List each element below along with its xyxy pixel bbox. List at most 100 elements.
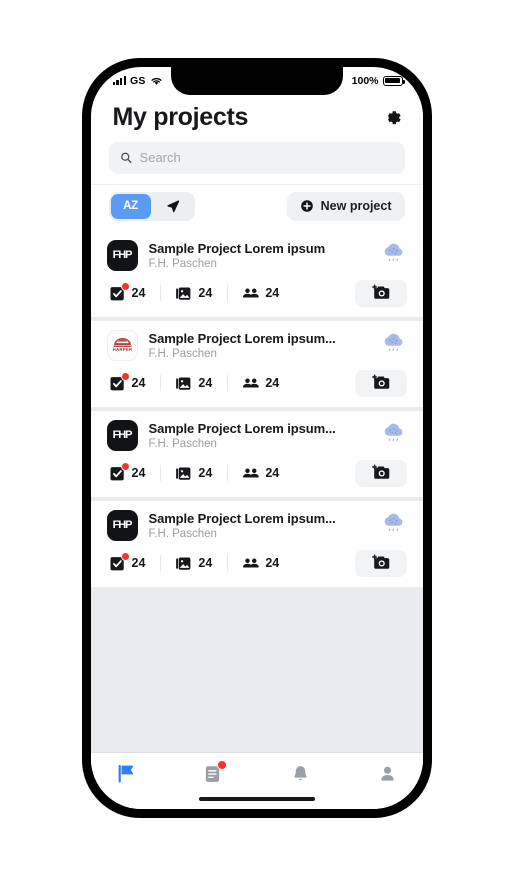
stat-badge	[120, 371, 130, 381]
stat-badge	[120, 461, 130, 471]
navigation-arrow-icon	[166, 200, 179, 213]
project-card-header: HARPER Sample Project Lorem ipsum... F.H…	[106, 329, 407, 361]
search-section	[90, 141, 423, 184]
screenshot-stage: GS 100% My projects Search AZ New projec…	[0, 0, 513, 875]
tab-notifications[interactable]	[287, 762, 313, 786]
sort-alphabetical-icon: AZ	[123, 200, 138, 212]
add-photo-button[interactable]	[354, 279, 407, 307]
carrier-label: GS	[129, 74, 146, 87]
stat-badge	[120, 281, 130, 291]
project-list[interactable]: FHP Sample Project Lorem ipsum F.H. Pasc…	[90, 230, 423, 753]
project-stat-people[interactable]: 24	[227, 375, 294, 392]
project-card-texts: Sample Project Lorem ipsum... F.H. Pasch…	[149, 510, 370, 540]
sort-location-button[interactable]	[153, 194, 193, 219]
people-icon	[243, 288, 260, 298]
new-project-button[interactable]: New project	[286, 191, 405, 221]
photos-icon	[176, 556, 191, 570]
photos-icon	[175, 555, 192, 572]
project-card[interactable]: FHP Sample Project Lorem ipsum... F.H. P…	[90, 410, 423, 497]
add-photo-button[interactable]	[354, 549, 407, 577]
add-photo-camera-icon	[372, 554, 390, 569]
checklist-icon	[109, 551, 130, 572]
gear-icon[interactable]	[381, 106, 403, 128]
project-stat-checklist[interactable]: 24	[107, 371, 161, 392]
project-title: Sample Project Lorem ipsum...	[148, 330, 336, 346]
photos-icon	[176, 466, 191, 480]
people-icon	[242, 555, 260, 572]
project-title: Sample Project Lorem ipsum	[148, 240, 326, 256]
project-title: Sample Project Lorem ipsum...	[148, 510, 336, 526]
project-card[interactable]: HARPER Sample Project Lorem ipsum... F.H…	[90, 320, 423, 407]
tab-reports[interactable]	[200, 759, 227, 786]
project-stat-checklist[interactable]: 24	[107, 551, 161, 572]
project-stat-checklist[interactable]: 24	[107, 281, 161, 302]
home-indicator-bar	[198, 796, 315, 802]
phone-frame: GS 100% My projects Search AZ New projec…	[81, 57, 432, 818]
sort-alphabetical-button[interactable]: AZ	[110, 193, 151, 219]
tab-profile[interactable]	[374, 762, 400, 786]
project-card-header: FHP Sample Project Lorem ipsum... F.H. P…	[106, 419, 407, 451]
status-bar: GS 100%	[91, 67, 423, 95]
people-icon	[243, 468, 260, 478]
project-logo-text: FHP	[112, 429, 133, 441]
wifi-icon	[150, 77, 162, 85]
project-weather-icon	[381, 330, 407, 354]
project-stat-photos[interactable]: 24	[160, 465, 227, 482]
signal-bars-icon	[112, 76, 126, 85]
project-stat-photos[interactable]: 24	[160, 285, 227, 302]
flag-icon	[118, 765, 133, 783]
rain-cloud-icon	[384, 423, 402, 441]
project-logo-text: FHP	[112, 519, 133, 531]
project-card-header: FHP Sample Project Lorem ipsum... F.H. P…	[106, 509, 407, 541]
project-logo-text: FHP	[112, 249, 133, 261]
bottom-tab-bar	[90, 752, 423, 790]
project-stat-value: 24	[265, 376, 280, 390]
project-company: F.H. Paschen	[148, 257, 217, 270]
search-input[interactable]	[139, 150, 394, 165]
rain-cloud-icon	[384, 243, 402, 261]
phone-screen: GS 100% My projects Search AZ New projec…	[90, 66, 423, 809]
project-card[interactable]: FHP Sample Project Lorem ipsum... F.H. P…	[90, 500, 423, 587]
project-stat-value: 24	[198, 376, 213, 390]
people-icon	[242, 465, 260, 482]
project-company: F.H. Paschen	[148, 437, 217, 450]
project-logo: FHP	[106, 419, 138, 451]
tab-projects[interactable]	[113, 762, 139, 786]
project-stat-people[interactable]: 24	[227, 285, 294, 302]
project-title: Sample Project Lorem ipsum...	[148, 420, 336, 436]
project-stat-people[interactable]: 24	[227, 465, 294, 482]
project-card-header: FHP Sample Project Lorem ipsum F.H. Pasc…	[106, 239, 407, 271]
checklist-icon	[109, 461, 130, 482]
battery-percent-label: 100%	[351, 74, 379, 87]
project-stats-group: 24 24 24	[107, 281, 295, 302]
project-stat-value: 24	[265, 466, 280, 480]
rain-cloud-icon	[384, 513, 402, 531]
photos-icon	[175, 285, 192, 302]
sort-segmented-control: AZ	[108, 191, 195, 221]
photos-icon	[176, 376, 191, 390]
bell-icon	[294, 765, 307, 780]
people-icon	[242, 285, 260, 302]
project-company: F.H. Paschen	[148, 347, 217, 360]
project-card[interactable]: FHP Sample Project Lorem ipsum F.H. Pasc…	[90, 230, 423, 317]
project-stat-checklist[interactable]: 24	[107, 461, 161, 482]
add-photo-button[interactable]	[354, 459, 407, 487]
page-title: My projects	[112, 102, 249, 131]
search-box[interactable]	[108, 141, 405, 174]
project-stat-value: 24	[131, 466, 146, 480]
add-photo-button[interactable]	[354, 369, 407, 397]
project-stat-people[interactable]: 24	[227, 555, 294, 572]
project-stats-group: 24 24 24	[107, 551, 295, 572]
status-bar-right: 100%	[351, 74, 405, 87]
battery-full-icon	[382, 75, 405, 86]
project-logo: FHP	[106, 509, 138, 541]
filter-toolbar: AZ New project	[90, 183, 423, 231]
project-stats-row: 24 24 24	[107, 279, 407, 307]
photos-icon	[175, 465, 192, 482]
project-stat-photos[interactable]: 24	[160, 375, 227, 392]
project-stats-group: 24 24 24	[107, 371, 295, 392]
project-card-texts: Sample Project Lorem ipsum... F.H. Pasch…	[149, 330, 370, 360]
project-company: F.H. Paschen	[148, 527, 217, 540]
project-stat-photos[interactable]: 24	[160, 555, 227, 572]
project-stats-row: 24 24 24	[107, 369, 407, 397]
